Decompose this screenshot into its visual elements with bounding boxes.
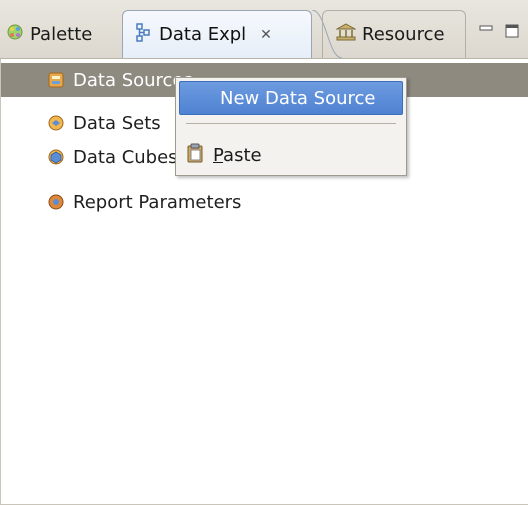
view-tab-bar: Palette Data Expl ✕ Resource — [0, 0, 528, 59]
maximize-icon — [505, 24, 519, 38]
paste-icon — [187, 143, 203, 168]
data-explorer-view: Palette Data Expl ✕ Resource Data Source… — [0, 0, 528, 505]
report-parameters-icon — [47, 193, 65, 211]
menu-item-label: Paste — [213, 145, 262, 166]
tab-palette[interactable]: Palette — [6, 12, 122, 56]
data-sets-icon — [47, 114, 65, 132]
mnemonic-letter: P — [213, 144, 224, 166]
tab-label: Resource — [362, 23, 445, 45]
menu-separator — [186, 123, 396, 124]
maximize-button[interactable] — [504, 22, 522, 40]
palette-icon — [6, 23, 24, 46]
menu-item-paste[interactable]: Paste — [179, 138, 403, 172]
menu-item-label: New Data Source — [220, 87, 376, 109]
context-menu: New Data Source Paste — [175, 77, 407, 176]
close-icon[interactable]: ✕ — [260, 27, 272, 43]
data-cubes-icon — [47, 148, 65, 166]
tab-label: Palette — [30, 23, 93, 45]
tab-data-explorer[interactable]: Data Expl ✕ — [122, 10, 312, 58]
tree-item-label: Data Cubes — [73, 146, 178, 168]
tab-label: Data Expl — [159, 24, 247, 45]
minimize-button[interactable] — [478, 22, 496, 40]
tree-item-label: Report Parameters — [73, 191, 242, 213]
tree-item-report-parameters[interactable]: Report Parameters — [1, 185, 528, 219]
tab-resource[interactable]: Resource — [330, 12, 462, 56]
resource-icon — [335, 22, 357, 46]
data-explorer-icon — [135, 22, 153, 47]
tree-item-label: Data Sets — [73, 112, 161, 134]
menu-item-label-rest: aste — [223, 144, 262, 166]
menu-item-new-data-source[interactable]: New Data Source — [179, 81, 403, 115]
data-sources-icon — [47, 71, 65, 89]
minimize-icon — [479, 25, 493, 31]
